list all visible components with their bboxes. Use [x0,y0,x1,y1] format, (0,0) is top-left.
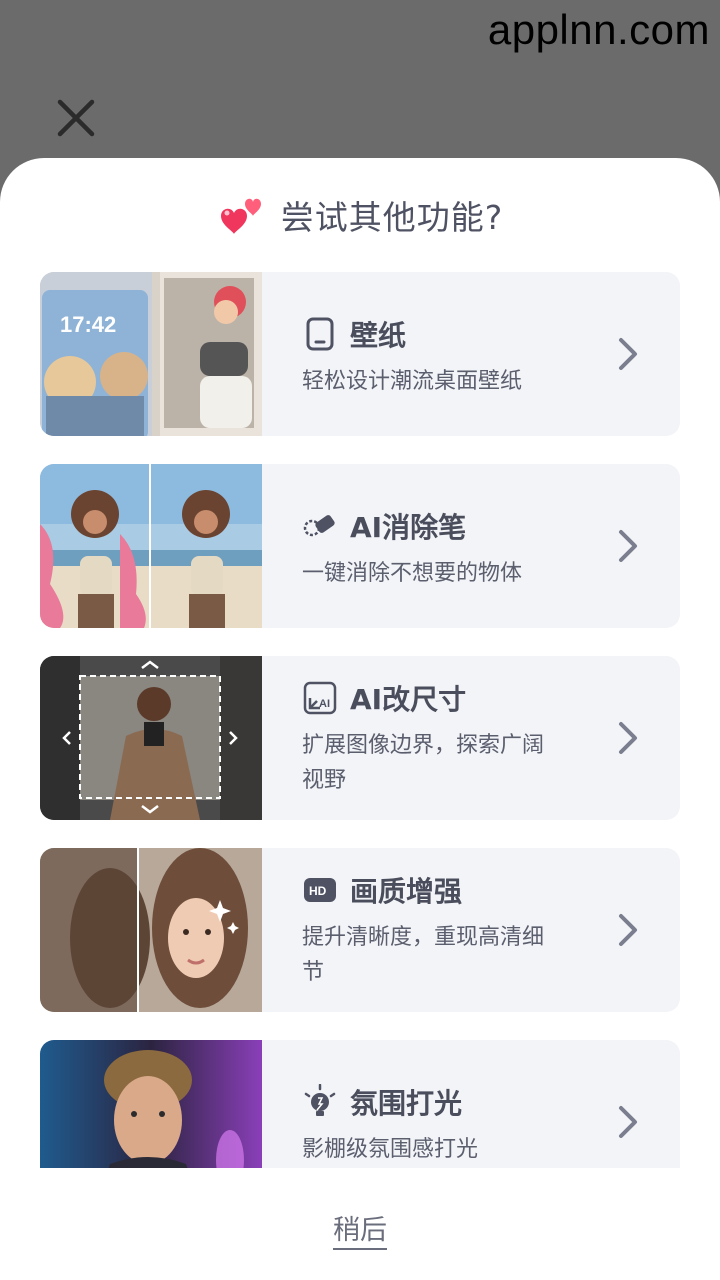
sheet-title: 尝试其他功能? [280,198,504,237]
feature-card-ai-eraser[interactable]: AI消除笔 一键消除不想要的物体 [40,464,680,628]
feature-card-ai-resize[interactable]: AI AI改尺寸 扩展图像边界，探索广阔视野 [40,656,680,820]
feature-title-row: HD 画质增强 [302,870,462,910]
close-button[interactable] [54,96,98,140]
phone-icon [306,317,334,351]
feature-title: AI消除笔 [350,511,467,544]
feature-description: 轻松设计潮流桌面壁纸 [302,369,523,394]
wallpaper-thumbnail: 17:42 [40,272,262,436]
lightbulb-icon [304,1084,336,1116]
feature-title: 氛围打光 [350,1087,463,1120]
svg-text:AI: AI [319,698,330,710]
hd-icon: HD [304,878,336,902]
feature-description: 扩展图像边界，探索广阔视野 [302,733,545,793]
feature-card-lighting[interactable]: 氛围打光 影棚级氛围感打光 [40,1040,680,1168]
later-button[interactable]: 稍后 [333,1215,387,1250]
sheet-header: 尝试其他功能? [0,188,720,242]
feature-card-enhance[interactable]: HD 画质增强 提升清晰度，重现高清细节 [40,848,680,1012]
feature-card-body: 壁纸 轻松设计潮流桌面壁纸 [302,272,622,436]
feature-list: 17:42 壁纸 轻松设计潮流桌面壁纸 AI消除笔 一键消除不想要的物体 AI … [40,272,680,1168]
feature-description: 一键消除不想要的物体 [302,561,523,586]
feature-title-row: AI消除笔 [302,506,466,546]
wallpaper-clock: 17:42 [60,312,116,337]
chevron-right-icon [619,914,637,946]
magic-eraser-icon [303,515,335,537]
ai-resize-icon: AI [303,681,337,715]
enhance-thumbnail [40,848,262,1012]
close-icon [57,99,95,137]
chevron-right-icon [619,1106,637,1138]
hearts-icon [220,198,261,234]
chevron-right-icon [619,338,637,370]
feature-card-body: AI AI改尺寸 扩展图像边界，探索广阔视野 [302,656,622,820]
feature-description: 影棚级氛围感打光 [302,1137,479,1162]
feature-card-wallpaper[interactable]: 17:42 壁纸 轻松设计潮流桌面壁纸 [40,272,680,436]
feature-title-row: 氛围打光 [302,1082,462,1122]
feature-card-body: AI消除笔 一键消除不想要的物体 [302,464,622,628]
feature-title-row: AI AI改尺寸 [302,678,466,718]
chevron-right-icon [619,530,637,562]
lighting-thumbnail [40,1040,262,1168]
feature-title: AI改尺寸 [350,683,467,716]
feature-sheet: 尝试其他功能? 17:42 壁纸 轻松设计潮流桌面壁纸 AI消除笔 一键消除不想… [0,158,720,1280]
resize-thumbnail [40,656,262,820]
feature-title-row: 壁纸 [302,314,406,354]
feature-title: 画质增强 [350,875,463,908]
svg-text:HD: HD [309,884,327,898]
chevron-right-icon [619,722,637,754]
later-row: 稍后 [0,1208,720,1250]
watermark: applnn.com [487,6,710,53]
feature-title: 壁纸 [350,319,407,352]
feature-description: 提升清晰度，重现高清细节 [302,925,545,985]
eraser-thumbnail [40,464,262,628]
feature-card-body: HD 画质增强 提升清晰度，重现高清细节 [302,848,622,1012]
feature-card-body: 氛围打光 影棚级氛围感打光 [302,1040,622,1168]
